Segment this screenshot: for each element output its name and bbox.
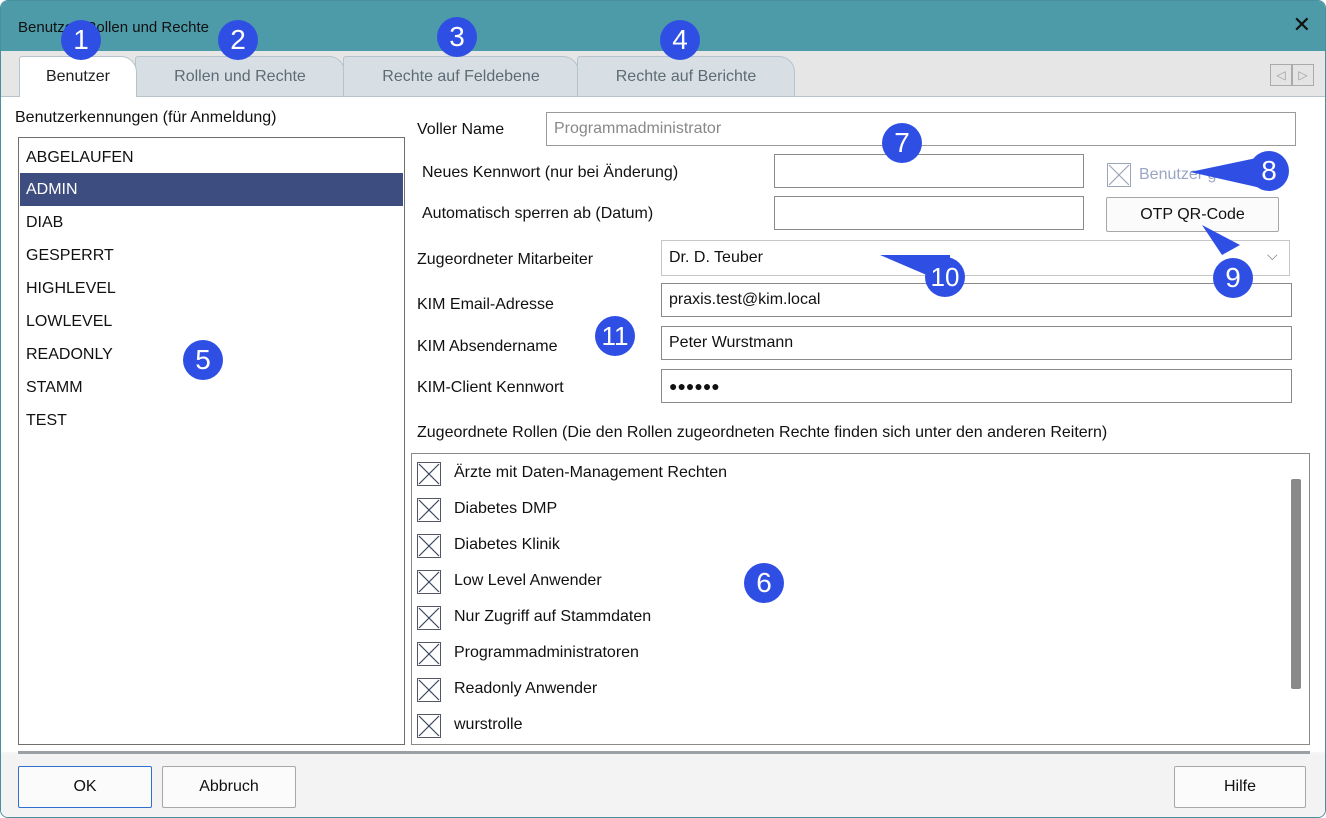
- cancel-button[interactable]: Abbruch: [162, 766, 296, 808]
- tab-scroll-buttons: ◁ ▷: [1270, 64, 1317, 86]
- auto-lock-label: Automatisch sperren ab (Datum): [422, 205, 654, 222]
- role-item[interactable]: Programmadministratoren: [415, 636, 1275, 672]
- callout-badge-3: 3: [437, 17, 477, 57]
- role-checkbox[interactable]: [417, 606, 441, 630]
- callout-badge-1: 1: [61, 20, 101, 60]
- callout-badge-6: 6: [744, 563, 784, 603]
- callout-badge-11: 11: [595, 316, 635, 356]
- checkbox-cross-icon: [418, 607, 440, 629]
- new-password-label: Neues Kennwort (nur bei Änderung): [422, 164, 679, 181]
- user-list-heading: Benutzerkennungen (für Anmeldung): [15, 109, 277, 126]
- role-checkbox[interactable]: [417, 714, 441, 738]
- tab-rechte-auf-feldebene[interactable]: Rechte auf Feldebene: [343, 56, 579, 96]
- role-checkbox[interactable]: [417, 570, 441, 594]
- checkbox-cross-icon: [418, 463, 440, 485]
- roles-checklist: Ärzte mit Daten-Management Rechten Diabe…: [411, 453, 1310, 745]
- tab-rollen-und-rechte[interactable]: Rollen und Rechte: [135, 56, 345, 96]
- role-label: Readonly Anwender: [454, 680, 598, 697]
- callout-badge-5: 5: [183, 340, 223, 380]
- tab-benutzer[interactable]: Benutzer: [19, 56, 137, 97]
- ok-button[interactable]: OK: [18, 766, 152, 808]
- role-checkbox[interactable]: [417, 534, 441, 558]
- list-item-diab[interactable]: DIAB: [20, 206, 403, 239]
- auto-lock-date-field[interactable]: [774, 196, 1084, 230]
- role-checkbox[interactable]: [417, 678, 441, 702]
- help-button[interactable]: Hilfe: [1174, 766, 1306, 808]
- role-label: Diabetes Klinik: [454, 536, 560, 553]
- tab-scroll-left-icon[interactable]: ◁: [1270, 64, 1292, 86]
- list-item-gesperrt[interactable]: GESPERRT: [20, 239, 403, 272]
- tab-rechte-auf-berichte[interactable]: Rechte auf Berichte: [577, 56, 795, 96]
- list-item-abgelaufen[interactable]: ABGELAUFEN: [20, 141, 403, 174]
- role-checkbox[interactable]: [417, 498, 441, 522]
- callout-badge-8: 8: [1249, 151, 1289, 191]
- role-item[interactable]: Nur Zugriff auf Stammdaten: [415, 600, 1275, 636]
- role-label: Diabetes DMP: [454, 500, 558, 517]
- checkbox-cross-icon: [418, 535, 440, 557]
- window-title: Benutzer, Rollen und Rechte: [18, 19, 209, 36]
- callout-badge-10: 10: [925, 257, 965, 297]
- callout-badge-2: 2: [218, 20, 258, 60]
- close-icon[interactable]: ✕: [1293, 13, 1311, 37]
- checkbox-cross-icon: [418, 715, 440, 737]
- list-item-test[interactable]: TEST: [20, 404, 403, 437]
- employee-label: Zugeordneter Mitarbeiter: [417, 251, 594, 268]
- locked-checkbox[interactable]: [1107, 163, 1131, 187]
- role-label: Low Level Anwender: [454, 572, 602, 589]
- role-label: Ärzte mit Daten-Management Rechten: [454, 464, 728, 481]
- new-password-field[interactable]: [774, 154, 1084, 188]
- kim-password-label: KIM-Client Kennwort: [417, 379, 564, 396]
- role-item[interactable]: wurstrolle: [415, 708, 1275, 744]
- list-item-highlevel[interactable]: HIGHLEVEL: [20, 272, 403, 305]
- kim-sender-field[interactable]: Peter Wurstmann: [661, 326, 1292, 360]
- roles-scrollbar[interactable]: [1291, 479, 1301, 689]
- role-item[interactable]: Low Level Anwender: [415, 564, 1275, 600]
- list-item-lowlevel[interactable]: LOWLEVEL: [20, 305, 403, 338]
- kim-email-label: KIM Email-Adresse: [417, 296, 554, 313]
- callout-badge-9: 9: [1213, 258, 1253, 298]
- roles-heading: Zugeordnete Rollen (Die den Rollen zugeo…: [417, 424, 1108, 441]
- role-checkbox[interactable]: [417, 462, 441, 486]
- kim-sender-label: KIM Absendername: [417, 338, 558, 355]
- role-label: Nur Zugriff auf Stammdaten: [454, 608, 652, 625]
- kim-password-field[interactable]: ●●●●●●: [661, 369, 1292, 403]
- callout-badge-7: 7: [882, 123, 922, 163]
- role-item[interactable]: Readonly Anwender: [415, 672, 1275, 708]
- role-item[interactable]: Ärzte mit Daten-Management Rechten: [415, 456, 1275, 492]
- checkbox-cross-icon: [418, 643, 440, 665]
- chevron-down-icon[interactable]: ⌵: [1267, 247, 1278, 264]
- full-name-label: Voller Name: [417, 121, 505, 138]
- employee-value: Dr. D. Teuber: [669, 249, 763, 266]
- checkbox-cross-icon: [418, 571, 440, 593]
- role-checkbox[interactable]: [417, 642, 441, 666]
- role-item[interactable]: Diabetes Klinik: [415, 528, 1275, 564]
- checkbox-cross-icon: [418, 679, 440, 701]
- checkbox-cross-icon: [418, 499, 440, 521]
- role-item[interactable]: Diabetes DMP: [415, 492, 1275, 528]
- callout-badge-4: 4: [660, 20, 700, 60]
- dialog-window: Benutzer, Rollen und Rechte ✕ Benutzer R…: [0, 0, 1326, 818]
- list-item-admin[interactable]: ADMIN: [20, 173, 403, 206]
- role-label: wurstrolle: [454, 716, 523, 733]
- tab-scroll-right-icon[interactable]: ▷: [1292, 64, 1314, 86]
- checkbox-cross-icon: [1108, 164, 1130, 186]
- role-label: Programmadministratoren: [454, 644, 639, 661]
- user-list[interactable]: ABGELAUFEN ADMIN DIAB GESPERRT HIGHLEVEL…: [18, 137, 405, 745]
